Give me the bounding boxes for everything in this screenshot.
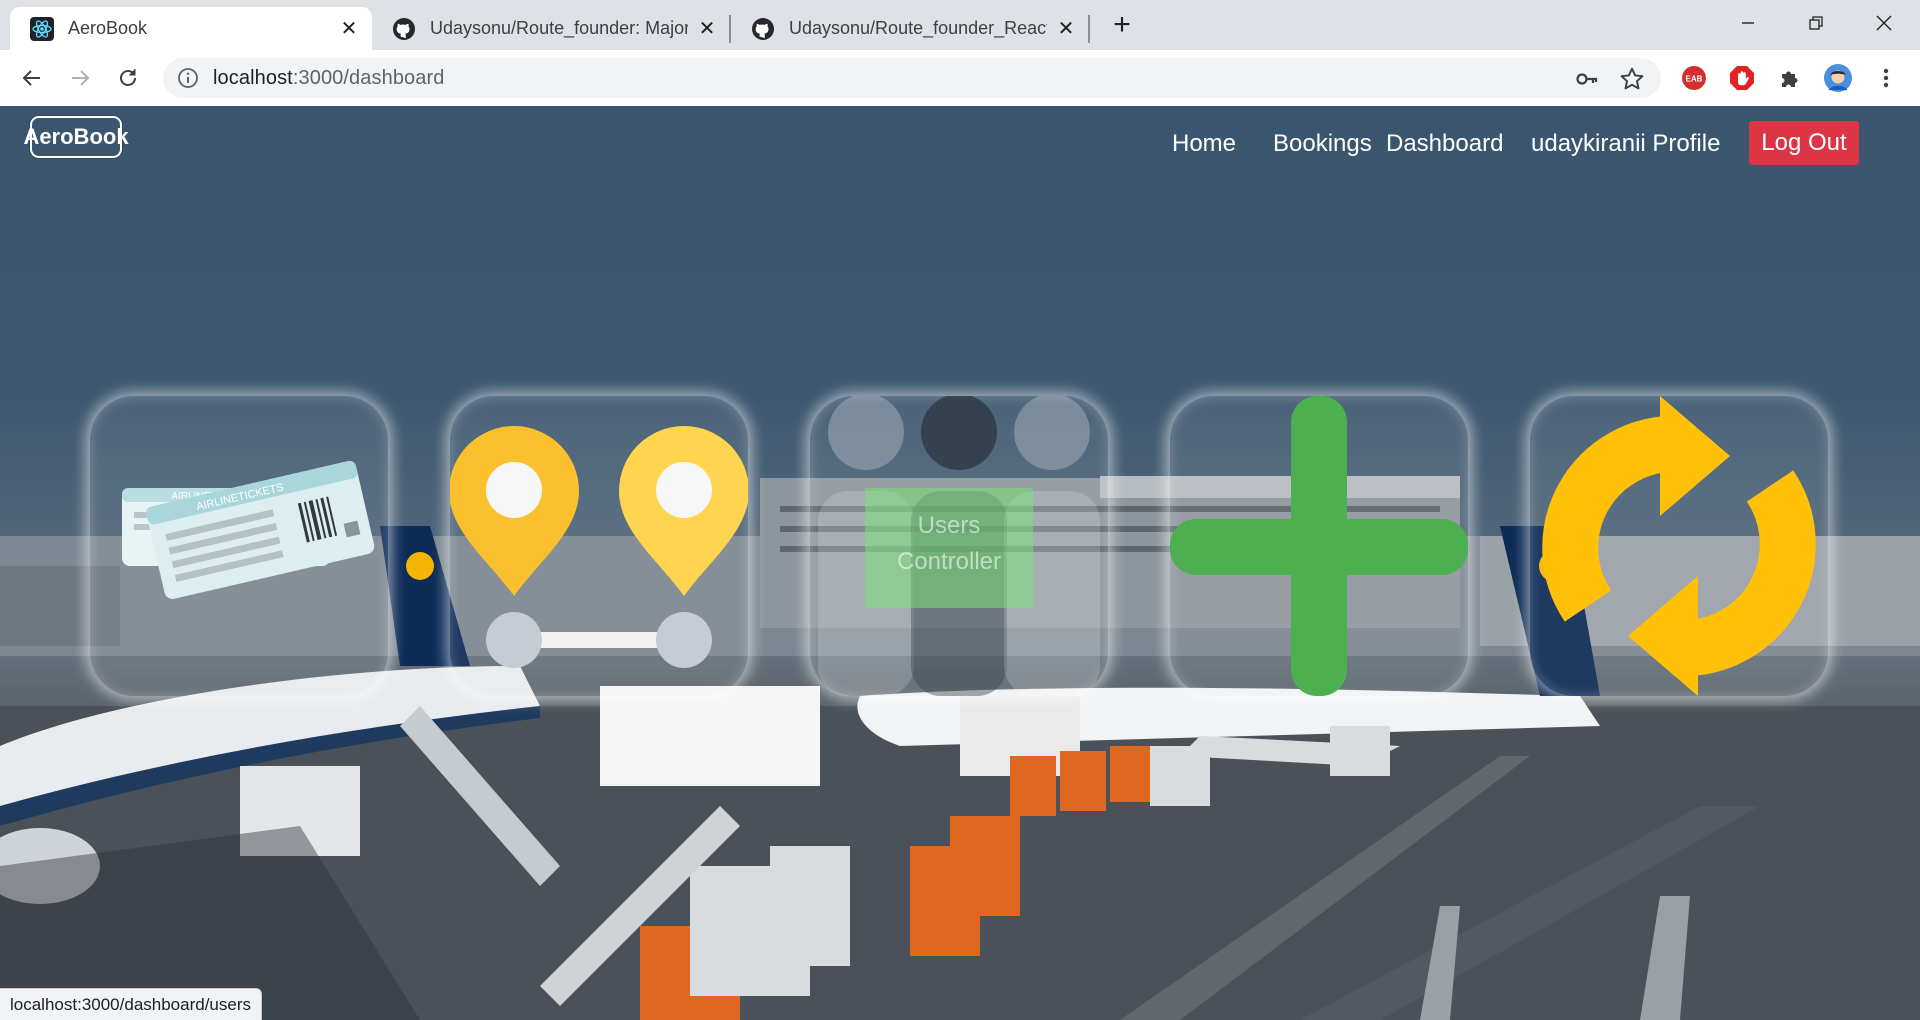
reload-icon [120,69,136,86]
svg-text:EAB: EAB [1686,75,1703,84]
tab-separator [1088,15,1090,43]
users-label-line2: Controller [896,548,1002,575]
browser-toolbar: localhost:3000/dashboard EAB [0,50,1920,106]
card-add[interactable] [1170,396,1468,696]
minimize-icon [1742,22,1754,24]
new-tab-button[interactable]: + [1108,10,1136,40]
users-controller-label: Users Controller [865,488,1033,608]
star-icon[interactable] [1619,66,1645,92]
tab-title: Udaysonu/Route_founder: Major [430,18,688,38]
eab-extension-icon[interactable]: EAB [1680,64,1708,92]
tab-github-route-founder-react[interactable]: Udaysonu/Route_founder_React_ ✕ [731,7,1089,50]
tab-title: AeroBook [68,18,148,38]
refresh-icon [1542,396,1816,696]
card-users-controller[interactable]: Users Controller [810,396,1108,696]
card-routes[interactable] [450,396,748,696]
info-icon[interactable] [177,67,199,89]
page-viewport: AeroBook Home Bookings Dashboard udaykir… [0,106,1920,1020]
github-icon [393,17,415,40]
airline-tickets-icon: AIRLINETICKETS AIRLINETICKETS [122,460,375,599]
tab-title: Udaysonu/Route_founder_React_ [789,18,1047,38]
tab-github-route-founder[interactable]: Udaysonu/Route_founder: Major ✕ [372,7,730,50]
close-icon[interactable]: ✕ [1055,18,1077,40]
card-bookings[interactable]: AIRLINETICKETS AIRLINETICKETS [90,396,388,696]
minimize-button[interactable] [1718,8,1778,38]
adblock-extension-icon[interactable] [1728,64,1756,92]
forward-button[interactable] [64,62,96,94]
tab-strip: AeroBook ✕ Udaysonu/Route_founder: Major… [0,0,1920,50]
back-button[interactable] [16,62,48,94]
github-icon [752,17,774,40]
brand-logo[interactable]: AeroBook [23,116,129,158]
card-refresh[interactable] [1530,396,1828,696]
restore-icon [1809,16,1823,30]
url-host: localhost [213,67,293,89]
route-pins-icon [450,426,748,668]
close-window-button[interactable] [1854,8,1914,38]
restore-button[interactable] [1786,8,1846,38]
nav-bookings[interactable]: Bookings [1273,130,1372,158]
url-text: localhost:3000/dashboard [213,67,444,90]
arrow-right-icon [72,70,90,86]
reload-button[interactable] [112,62,144,94]
close-icon[interactable]: ✕ [696,18,718,40]
close-icon [1876,15,1892,31]
nav-dashboard[interactable]: Dashboard [1386,130,1503,158]
plus-icon [1170,396,1468,696]
nav-profile[interactable]: udaykiranii Profile [1531,130,1720,158]
address-bar[interactable]: localhost:3000/dashboard [163,58,1661,98]
more-menu-icon[interactable] [1872,64,1900,92]
profile-avatar[interactable] [1824,64,1852,92]
tab-aerobook[interactable]: AeroBook ✕ [10,7,372,50]
status-url-bubble: localhost:3000/dashboard/users [0,988,262,1020]
nav-home[interactable]: Home [1172,130,1236,158]
users-label-line1: Users [917,512,981,539]
puzzle-icon[interactable] [1776,64,1804,92]
url-path: :3000/dashboard [292,67,445,89]
react-favicon-icon [30,16,54,41]
close-icon[interactable]: ✕ [338,18,360,40]
arrow-left-icon [22,70,40,86]
logout-button[interactable]: Log Out [1749,121,1859,165]
key-icon[interactable] [1575,67,1599,91]
